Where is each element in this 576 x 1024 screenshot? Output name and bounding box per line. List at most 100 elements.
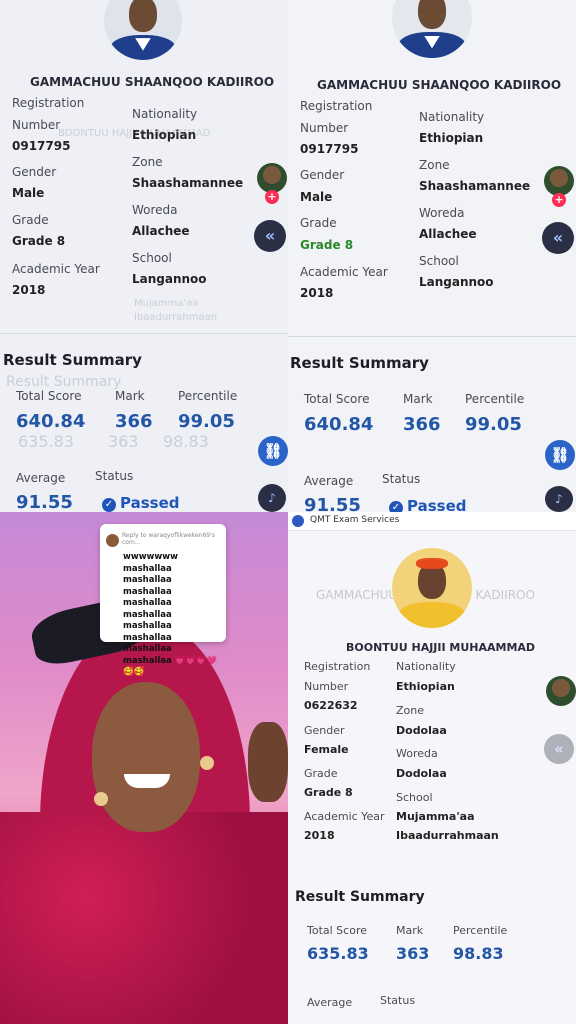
average-value: 91.55 bbox=[16, 492, 73, 512]
zone-label: Zone bbox=[396, 704, 425, 717]
app-logo-icon bbox=[292, 515, 304, 527]
video-panel[interactable]: Reply to waraqyoflikweken69's com... www… bbox=[0, 512, 288, 1024]
registration-label: Registration bbox=[304, 660, 371, 673]
divider bbox=[0, 333, 288, 334]
percentile-label: Percentile bbox=[465, 392, 525, 406]
number-label: Number bbox=[304, 680, 349, 693]
student-name: GAMMACHUU SHAANQOO KADIIROO bbox=[30, 75, 275, 89]
gender-value: Male bbox=[12, 186, 45, 200]
total-score-value: 640.84 bbox=[304, 414, 374, 435]
student-photo bbox=[392, 548, 472, 628]
school-value: Langannoo bbox=[419, 275, 494, 289]
music-disc-icon[interactable]: ♪ bbox=[545, 486, 573, 512]
nationality-label: Nationality bbox=[396, 660, 456, 673]
woreda-label: Woreda bbox=[132, 203, 178, 217]
woreda-value: Dodolaa bbox=[396, 767, 447, 780]
total-score-label: Total Score bbox=[304, 392, 370, 406]
academic-year-value: 2018 bbox=[300, 286, 334, 300]
school-label: School bbox=[419, 254, 459, 268]
ghost-mark: 363 bbox=[108, 432, 139, 451]
result-summary-title: Result Summary bbox=[3, 351, 142, 369]
earring bbox=[94, 792, 108, 806]
plus-icon[interactable]: + bbox=[552, 193, 566, 207]
check-circle-icon: ✓ bbox=[389, 501, 403, 512]
student-name: BOONTUU HAJJII MUHAAMMAD bbox=[346, 641, 536, 654]
result-panel-top-left: GAMMACHUU SHAANQOO KADIIROO Registration… bbox=[0, 0, 288, 512]
status-label: Status bbox=[380, 994, 416, 1007]
number-label: Number bbox=[300, 121, 349, 135]
status-value: Passed bbox=[120, 494, 180, 512]
status-value: Passed bbox=[407, 497, 467, 512]
percentile-value: 98.83 bbox=[453, 944, 504, 963]
link-icon[interactable]: ⛓ bbox=[258, 436, 288, 466]
average-label: Average bbox=[16, 471, 66, 485]
registration-label: Registration bbox=[300, 99, 373, 113]
music-disc-icon[interactable]: ♪ bbox=[258, 484, 286, 512]
reply-comment-card[interactable]: Reply to waraqyoflikweken69's com... www… bbox=[100, 524, 226, 677]
mark-value: 366 bbox=[115, 411, 153, 432]
mark-label: Mark bbox=[115, 389, 145, 403]
ghost-total-score: 635.83 bbox=[18, 432, 74, 451]
nationality-value: Ethiopian bbox=[419, 131, 484, 145]
gender-value: Male bbox=[300, 190, 333, 204]
nationality-value: Ethiopian bbox=[396, 680, 455, 693]
total-score-value: 640.84 bbox=[16, 411, 86, 432]
mark-label: Mark bbox=[403, 392, 433, 406]
divider bbox=[288, 336, 576, 337]
zone-label: Zone bbox=[132, 155, 163, 169]
nationality-label: Nationality bbox=[132, 107, 198, 121]
grade-label: Grade bbox=[12, 213, 49, 227]
mark-label: Mark bbox=[396, 924, 424, 937]
percentile-label: Percentile bbox=[453, 924, 508, 937]
woreda-label: Woreda bbox=[419, 206, 465, 220]
mark-value: 363 bbox=[396, 944, 430, 963]
number-label: Number bbox=[12, 118, 61, 132]
status-badge: ✓ Passed bbox=[102, 494, 179, 512]
result-summary-title: Result Summary bbox=[295, 889, 425, 905]
chevron-double-left-icon[interactable]: « bbox=[542, 222, 574, 254]
gender-value: Female bbox=[304, 743, 349, 756]
registration-label: Registration bbox=[12, 96, 85, 110]
smile bbox=[124, 774, 170, 788]
result-panel-top-right: GAMMACHUU SHAANQOO KADIIROO Registration… bbox=[288, 0, 576, 512]
face bbox=[92, 682, 200, 832]
result-panel-bottom-right: QMT Exam Services GAMMACHUU SHAANQOO KAD… bbox=[288, 512, 576, 1024]
average-label: Average bbox=[307, 996, 353, 1009]
school-value: Mujamma'aa bbox=[396, 810, 475, 823]
academic-year-label: Academic Year bbox=[12, 262, 100, 276]
app-title: QMT Exam Services bbox=[310, 515, 400, 525]
woreda-value: Allachee bbox=[132, 224, 190, 238]
student-name: GAMMACHUU SHAANQOO KADIIROO bbox=[317, 78, 562, 92]
mark-value: 366 bbox=[403, 414, 441, 435]
zone-label: Zone bbox=[419, 158, 450, 172]
registration-number: 0917795 bbox=[12, 139, 71, 153]
link-icon[interactable]: ⛓ bbox=[545, 440, 575, 470]
dress bbox=[0, 812, 288, 1024]
zone-value: Dodolaa bbox=[396, 724, 447, 737]
hand bbox=[248, 722, 288, 802]
result-summary-title: Result Summary bbox=[290, 354, 429, 372]
academic-year-value: 2018 bbox=[304, 829, 335, 842]
ghost-result-summary: Result Summary bbox=[6, 374, 122, 390]
check-circle-icon: ✓ bbox=[102, 498, 116, 512]
reply-text: wwwwwww mashallaa mashallaa mashallaa ma… bbox=[123, 552, 218, 677]
creator-avatar[interactable] bbox=[257, 163, 287, 193]
creator-avatar[interactable] bbox=[546, 676, 576, 706]
school-value: Langannoo bbox=[132, 272, 207, 286]
chevron-double-left-icon[interactable]: « bbox=[544, 734, 574, 764]
school-value-line2: Ibaadurrahmaan bbox=[396, 829, 499, 842]
zone-value: Shaashamannee bbox=[132, 176, 244, 190]
status-label: Status bbox=[95, 469, 134, 483]
total-score-value: 635.83 bbox=[307, 944, 369, 963]
plus-icon[interactable]: + bbox=[265, 190, 279, 204]
student-photo bbox=[392, 0, 472, 58]
ghost-percentile: 98.83 bbox=[163, 432, 209, 451]
student-photo bbox=[104, 0, 182, 60]
school-label: School bbox=[132, 251, 172, 265]
chevron-double-left-icon[interactable]: « bbox=[254, 220, 286, 252]
nationality-label: Nationality bbox=[419, 110, 485, 124]
academic-year-value: 2018 bbox=[12, 283, 46, 297]
gender-label: Gender bbox=[300, 168, 345, 182]
creator-avatar[interactable] bbox=[544, 166, 574, 196]
grade-value: Grade 8 bbox=[12, 234, 66, 248]
